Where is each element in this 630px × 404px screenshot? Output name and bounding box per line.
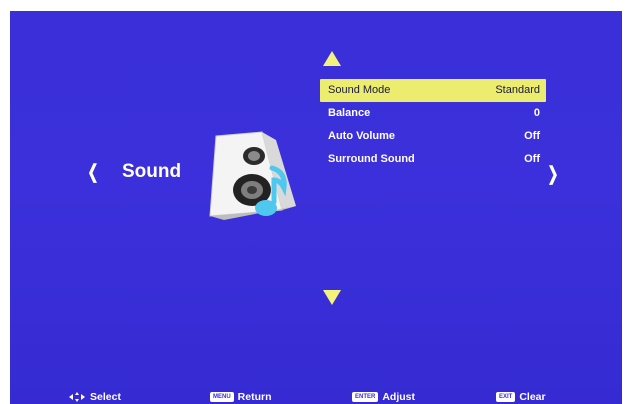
menu-item-sound-mode[interactable]: Sound Mode Standard <box>320 79 546 102</box>
select-hint-label: Select <box>90 391 121 403</box>
scroll-down-arrow-icon[interactable] <box>323 290 341 305</box>
previous-category-chevron-icon[interactable]: ❮ <box>87 161 98 184</box>
menu-item-balance[interactable]: Balance 0 <box>320 102 546 125</box>
menu-item-value: Off <box>524 130 540 142</box>
scroll-up-arrow-icon[interactable] <box>323 51 341 66</box>
enter-key-badge: ENTER <box>352 392 379 402</box>
speaker-icon <box>209 131 296 220</box>
osd-screen: ❮ Sound Sound Mode Standard Balance 0 Au… <box>10 11 622 404</box>
select-hint: Select <box>68 391 121 403</box>
menu-item-auto-volume[interactable]: Auto Volume Off <box>320 125 546 148</box>
menu-item-surround-sound[interactable]: Surround Sound Off <box>320 148 546 171</box>
clear-hint: EXIT Clear <box>496 391 546 403</box>
menu-item-label: Surround Sound <box>328 153 415 165</box>
menu-item-label: Auto Volume <box>328 130 396 142</box>
menu-key-badge: MENU <box>210 392 234 402</box>
adjust-hint-label: Adjust <box>382 391 416 403</box>
exit-key-badge: EXIT <box>496 392 516 402</box>
menu-item-label: Sound Mode <box>328 84 391 96</box>
menu-item-value: Off <box>524 153 540 165</box>
clear-hint-label: Clear <box>519 391 546 403</box>
dpad-icon <box>69 392 85 402</box>
return-hint-label: Return <box>237 391 272 403</box>
adjust-hint: ENTER Adjust <box>352 391 415 403</box>
settings-menu: Sound Mode Standard Balance 0 Auto Volum… <box>320 79 546 171</box>
return-hint: MENU Return <box>210 391 272 403</box>
menu-item-label: Balance <box>328 107 371 119</box>
category-title: Sound <box>122 161 182 182</box>
footer-hints: Select MENU Return ENTER Adjust EXIT Cle… <box>10 391 622 404</box>
next-category-chevron-icon[interactable]: ❯ <box>547 163 558 186</box>
menu-item-value: Standard <box>495 84 540 96</box>
menu-item-value: 0 <box>533 107 540 119</box>
